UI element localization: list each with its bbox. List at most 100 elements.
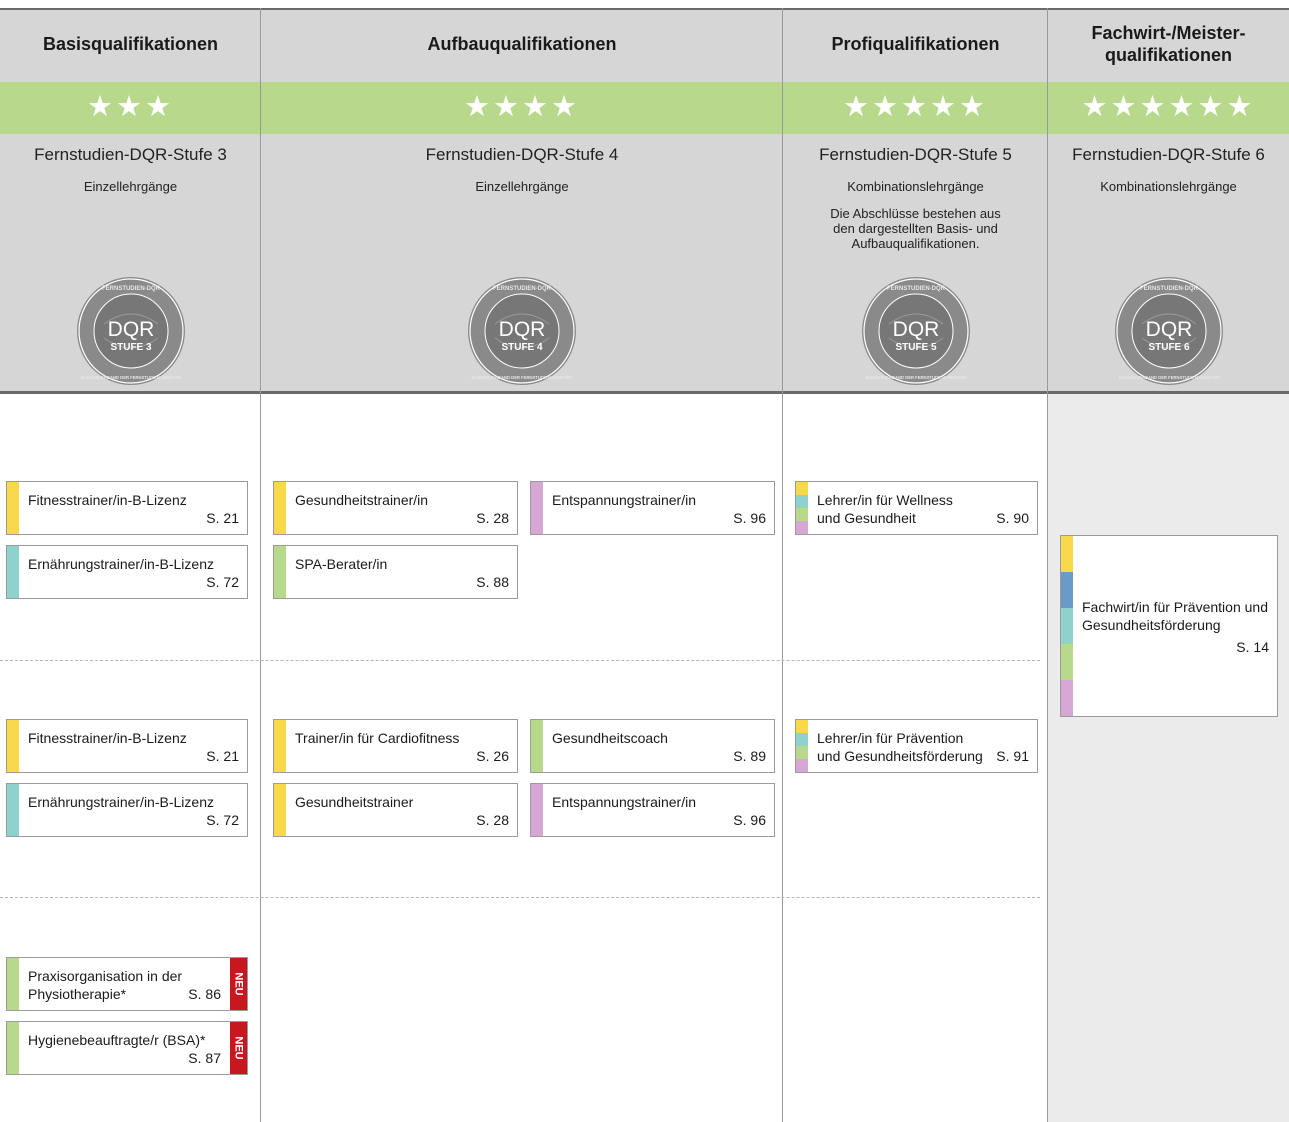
column-title: Aufbauqualifikationen bbox=[427, 34, 617, 54]
svg-text:FERNSTUDIEN-DQR: FERNSTUDIEN-DQR bbox=[102, 286, 161, 292]
dqr-level: Fernstudien-DQR-Stufe 4 bbox=[425, 145, 619, 164]
category-color-segment bbox=[7, 958, 19, 1010]
course-page: S. 86 bbox=[188, 986, 221, 1002]
course-box: Gesundheitstrainer/in S. 28 bbox=[273, 481, 518, 535]
category-color-segment bbox=[796, 746, 808, 759]
new-badge: NEU bbox=[230, 1022, 247, 1074]
category-color-segment bbox=[1061, 644, 1073, 680]
course-title: Fachwirt/in für Prävention und Gesundhei… bbox=[1082, 599, 1268, 633]
stars-rating: ★★★ bbox=[87, 89, 174, 123]
course-page: S. 21 bbox=[206, 748, 239, 764]
course-box: Hygienebeauftragte/r (BSA)* S. 87 NEU bbox=[6, 1021, 248, 1075]
category-color-segment bbox=[7, 482, 19, 534]
row-separator bbox=[0, 897, 1040, 898]
category-color-segment bbox=[274, 784, 286, 836]
category-color-strip bbox=[7, 1022, 19, 1074]
category-color-strip bbox=[7, 958, 19, 1010]
stars-rating: ★★★★★ bbox=[843, 89, 988, 123]
svg-text:FERNSTUDIEN-DQR: FERNSTUDIEN-DQR bbox=[1140, 286, 1199, 292]
course-title: SPA-Berater/in bbox=[295, 556, 388, 572]
svg-text:DQR: DQR bbox=[1145, 318, 1192, 341]
course-box: Fachwirt/in für Prävention und Gesundhei… bbox=[1060, 535, 1278, 717]
course-box: Fitnesstrainer/in-B-Lizenz S. 21 bbox=[6, 719, 248, 773]
category-color-strip bbox=[7, 546, 19, 598]
category-color-segment bbox=[531, 720, 543, 772]
course-box: Ernährungstrainer/in-B-Lizenz S. 72 bbox=[6, 545, 248, 599]
course-box: Praxisorganisation in der Physiotherapie… bbox=[6, 957, 248, 1011]
svg-text:DQR: DQR bbox=[892, 318, 939, 341]
category-color-segment bbox=[796, 508, 808, 521]
column-title: Basisqualifikationen bbox=[42, 34, 219, 54]
course-type: Kombinationslehrgänge bbox=[847, 179, 984, 194]
column-note: Die Abschlüsse bestehen aus den dargeste… bbox=[830, 206, 1001, 251]
svg-text:BUNDESVERBAND DER FERNSTUDIENA: BUNDESVERBAND DER FERNSTUDIENANBIETER bbox=[80, 375, 181, 380]
course-title: Ernährungstrainer/in-B-Lizenz bbox=[28, 556, 214, 572]
column-6-background bbox=[1048, 394, 1289, 1122]
column-divider bbox=[1047, 8, 1048, 1122]
category-color-strip bbox=[274, 482, 286, 534]
dqr-level: Fernstudien-DQR-Stufe 3 bbox=[34, 145, 227, 164]
course-page: S. 72 bbox=[206, 574, 239, 590]
svg-text:FERNSTUDIEN-DQR: FERNSTUDIEN-DQR bbox=[493, 286, 552, 292]
course-page: S. 14 bbox=[1236, 639, 1269, 655]
course-title: Gesundheitscoach bbox=[552, 730, 668, 746]
course-title: Fitnesstrainer/in-B-Lizenz bbox=[28, 492, 187, 508]
svg-text:DQR: DQR bbox=[107, 318, 154, 341]
course-title: Lehrer/in für Prävention und Gesundheits… bbox=[817, 730, 983, 764]
course-title: Fitnesstrainer/in-B-Lizenz bbox=[28, 730, 187, 746]
column-title: Fachwirt-/Meister-qualifikationen bbox=[1091, 23, 1246, 65]
course-title: Trainer/in für Cardiofitness bbox=[295, 730, 460, 746]
category-color-segment bbox=[796, 733, 808, 746]
category-color-segment bbox=[7, 546, 19, 598]
category-color-strip bbox=[7, 784, 19, 836]
course-title: Entspannungstrainer/in bbox=[552, 492, 696, 508]
column-title: Profiqualifikationen bbox=[831, 34, 1000, 54]
stars-rating: ★★★★★★ bbox=[1081, 89, 1256, 123]
column-header-profi: Profiqualifikationen ★★★★★ Fernstudien-D… bbox=[783, 8, 1048, 394]
category-color-segment bbox=[531, 482, 543, 534]
category-color-strip bbox=[274, 546, 286, 598]
course-page: S. 72 bbox=[206, 812, 239, 828]
row-separator bbox=[0, 660, 1040, 661]
course-page: S. 88 bbox=[476, 574, 509, 590]
course-box: Gesundheitstrainer S. 28 bbox=[273, 783, 518, 837]
course-type: Einzellehrgänge bbox=[475, 179, 569, 194]
course-page: S. 28 bbox=[476, 510, 509, 526]
category-color-segment bbox=[1061, 680, 1073, 716]
category-color-strip bbox=[274, 720, 286, 772]
category-color-segment bbox=[1061, 572, 1073, 608]
new-badge: NEU bbox=[230, 958, 247, 1010]
category-color-strip bbox=[274, 784, 286, 836]
course-title: Lehrer/in für Wellness und Gesundheit bbox=[817, 492, 953, 526]
svg-text:BUNDESVERBAND DER FERNSTUDIENA: BUNDESVERBAND DER FERNSTUDIENANBIETER bbox=[1118, 375, 1219, 380]
dqr-seal-icon: DQR STUFE 4 FERNSTUDIEN-DQR BUNDESVERBAN… bbox=[468, 277, 576, 385]
course-box: Lehrer/in für Prävention und Gesundheits… bbox=[795, 719, 1038, 773]
category-color-strip bbox=[7, 482, 19, 534]
category-color-strip bbox=[531, 720, 543, 772]
category-color-strip bbox=[531, 784, 543, 836]
dqr-seal-icon: DQR STUFE 5 FERNSTUDIEN-DQR BUNDESVERBAN… bbox=[861, 277, 970, 385]
course-title: Entspannungstrainer/in bbox=[552, 794, 696, 810]
column-header-basis: Basisqualifikationen ★★★ Fernstudien-DQR… bbox=[0, 8, 261, 394]
svg-text:STUFE 4: STUFE 4 bbox=[501, 342, 543, 353]
course-title: Gesundheitstrainer bbox=[295, 794, 414, 810]
course-type: Einzellehrgänge bbox=[83, 179, 178, 194]
category-color-segment bbox=[796, 521, 808, 534]
category-color-segment bbox=[274, 546, 286, 598]
category-color-segment bbox=[796, 482, 808, 495]
course-page: S. 87 bbox=[188, 1050, 221, 1066]
svg-text:FERNSTUDIEN-DQR: FERNSTUDIEN-DQR bbox=[887, 286, 946, 292]
course-title: Praxisorganisation in der Physiotherapie… bbox=[28, 968, 183, 1002]
category-color-strip bbox=[531, 482, 543, 534]
category-color-segment bbox=[7, 1022, 19, 1074]
column-header-fachwirt: Fachwirt-/Meister-qualifikationen ★★★★★★… bbox=[1048, 8, 1289, 394]
category-color-strip bbox=[796, 720, 808, 772]
dqr-seal-icon: DQR STUFE 3 FERNSTUDIEN-DQR BUNDESVERBAN… bbox=[76, 277, 185, 385]
course-title: Gesundheitstrainer/in bbox=[295, 492, 429, 508]
course-page: S. 26 bbox=[476, 748, 509, 764]
course-box: Entspannungstrainer/in S. 96 bbox=[530, 783, 775, 837]
course-box: Trainer/in für Cardiofitness S. 26 bbox=[273, 719, 518, 773]
category-color-segment bbox=[274, 482, 286, 534]
course-page: S. 96 bbox=[733, 510, 766, 526]
course-page: S. 90 bbox=[996, 510, 1029, 526]
